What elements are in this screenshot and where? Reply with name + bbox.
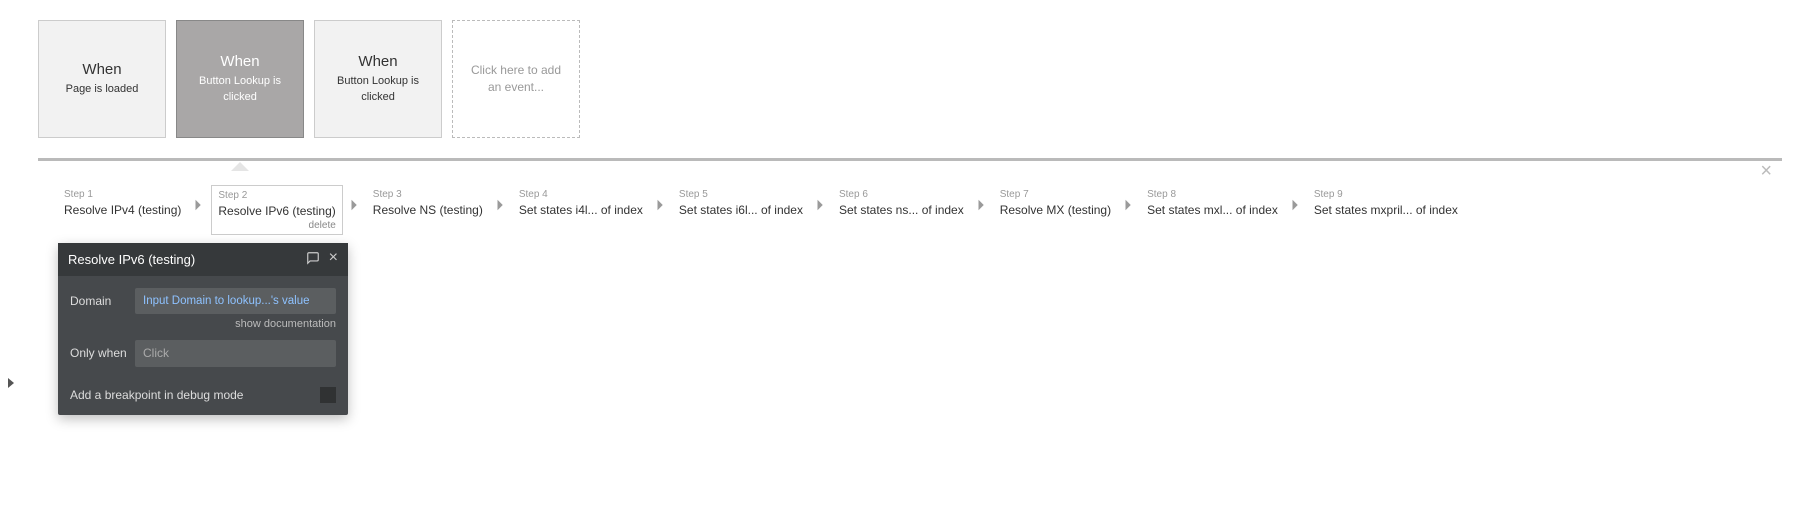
arrow-right-icon bbox=[192, 185, 206, 217]
event-card-page-loaded[interactable]: When Page is loaded bbox=[38, 20, 166, 138]
step-name: Set states ns... of index bbox=[839, 203, 964, 217]
event-title: When bbox=[220, 53, 259, 70]
event-subtitle: Button Lookup is clicked bbox=[325, 74, 431, 105]
arrow-right-icon bbox=[1122, 185, 1136, 217]
event-title: When bbox=[82, 61, 121, 78]
step-name: Resolve NS (testing) bbox=[373, 203, 483, 217]
arrow-right-icon bbox=[494, 185, 508, 217]
domain-label: Domain bbox=[70, 288, 135, 308]
only-when-label: Only when bbox=[70, 340, 135, 360]
breakpoint-label[interactable]: Add a breakpoint in debug mode bbox=[70, 388, 243, 402]
event-subtitle: Button Lookup is clicked bbox=[187, 74, 293, 105]
comments-icon[interactable] bbox=[305, 251, 321, 268]
step-label: Step 4 bbox=[519, 189, 643, 200]
arrow-right-icon bbox=[1289, 185, 1303, 217]
step-label: Step 2 bbox=[218, 190, 335, 201]
step-set-states-i6l[interactable]: Step 5 Set states i6l... of index bbox=[673, 185, 809, 223]
step-name: Set states i6l... of index bbox=[679, 203, 803, 217]
event-card-button-lookup[interactable]: When Button Lookup is clicked bbox=[314, 20, 442, 138]
steps-bar: Step 1 Resolve IPv4 (testing) Step 2 Res… bbox=[38, 175, 1782, 245]
panel-title: Resolve IPv6 (testing) bbox=[68, 252, 195, 267]
arrow-right-icon bbox=[975, 185, 989, 217]
step-name: Resolve MX (testing) bbox=[1000, 203, 1111, 217]
step-delete[interactable]: delete bbox=[309, 220, 336, 231]
arrow-right-icon bbox=[348, 185, 362, 217]
step-name: Set states mxpril... of index bbox=[1314, 203, 1458, 217]
domain-row: Domain Input Domain to lookup...'s value bbox=[70, 288, 336, 314]
step-label: Step 6 bbox=[839, 189, 964, 200]
step-label: Step 5 bbox=[679, 189, 803, 200]
step-name: Resolve IPv6 (testing) bbox=[218, 204, 335, 218]
step-resolve-ns[interactable]: Step 3 Resolve NS (testing) bbox=[367, 185, 489, 223]
event-card-button-lookup-selected[interactable]: When Button Lookup is clicked bbox=[176, 20, 304, 138]
step-set-states-ns[interactable]: Step 6 Set states ns... of index bbox=[833, 185, 970, 223]
close-icon[interactable]: × bbox=[329, 251, 338, 268]
step-name: Resolve IPv4 (testing) bbox=[64, 203, 181, 217]
arrow-right-icon bbox=[654, 185, 668, 217]
property-panel: Resolve IPv6 (testing) × Domain Input Do… bbox=[58, 243, 348, 415]
breakpoint-checkbox[interactable] bbox=[320, 387, 336, 403]
show-documentation-link[interactable]: show documentation bbox=[70, 318, 336, 330]
step-name: Set states i4l... of index bbox=[519, 203, 643, 217]
step-label: Step 3 bbox=[373, 189, 483, 200]
panel-header[interactable]: Resolve IPv6 (testing) × bbox=[58, 243, 348, 276]
only-when-row: Only when Click bbox=[70, 340, 336, 367]
step-resolve-ipv4[interactable]: Step 1 Resolve IPv4 (testing) bbox=[58, 185, 187, 223]
steps-container: × Step 1 Resolve IPv4 (testing) Step 2 R… bbox=[38, 158, 1782, 245]
step-label: Step 1 bbox=[64, 189, 181, 200]
step-label: Step 8 bbox=[1147, 189, 1278, 200]
only-when-input[interactable]: Click bbox=[135, 340, 336, 367]
event-subtitle: Page is loaded bbox=[66, 82, 139, 97]
step-label: Step 7 bbox=[1000, 189, 1111, 200]
step-name: Set states mxl... of index bbox=[1147, 203, 1278, 217]
events-row: When Page is loaded When Button Lookup i… bbox=[38, 20, 1782, 138]
step-resolve-mx[interactable]: Step 7 Resolve MX (testing) bbox=[994, 185, 1117, 223]
arrow-right-icon bbox=[814, 185, 828, 217]
step-resolve-ipv6[interactable]: Step 2 Resolve IPv6 (testing) delete bbox=[211, 185, 342, 235]
step-set-states-i4l[interactable]: Step 4 Set states i4l... of index bbox=[513, 185, 649, 223]
step-label: Step 9 bbox=[1314, 189, 1458, 200]
step-set-states-mxl[interactable]: Step 8 Set states mxl... of index bbox=[1141, 185, 1284, 223]
add-event-card[interactable]: Click here to add an event... bbox=[452, 20, 580, 138]
step-set-states-mxpril[interactable]: Step 9 Set states mxpril... of index bbox=[1308, 185, 1464, 223]
expand-triangle-icon[interactable] bbox=[8, 378, 14, 388]
add-event-text: Click here to add an event... bbox=[463, 62, 569, 96]
event-title: When bbox=[358, 53, 397, 70]
domain-value-input[interactable]: Input Domain to lookup...'s value bbox=[135, 288, 336, 314]
